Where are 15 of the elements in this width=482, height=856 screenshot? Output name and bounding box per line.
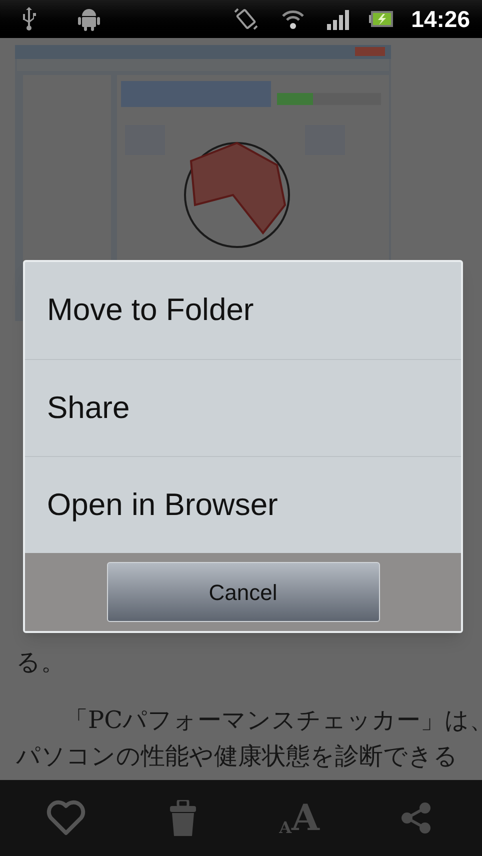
clock: 14:26 — [411, 4, 470, 34]
wifi-icon — [281, 8, 306, 30]
heart-icon — [46, 800, 86, 836]
article-paragraph: 「PCパフォーマンスチェッカー」は、 パソコンの性能や健康状態を診断できる — [16, 705, 482, 772]
trash-icon — [170, 800, 196, 836]
share-icon — [400, 802, 431, 834]
cancel-button[interactable]: Cancel — [106, 562, 380, 622]
android-icon — [78, 7, 100, 31]
menu-item[interactable]: Move to Folder — [25, 262, 461, 359]
article-paragraph: る。 — [16, 647, 66, 678]
signal-icon — [327, 8, 352, 30]
menu-item[interactable]: Share — [25, 359, 461, 456]
vibrate-icon — [233, 6, 260, 32]
battery-icon — [369, 10, 394, 28]
usb-icon — [22, 7, 36, 31]
